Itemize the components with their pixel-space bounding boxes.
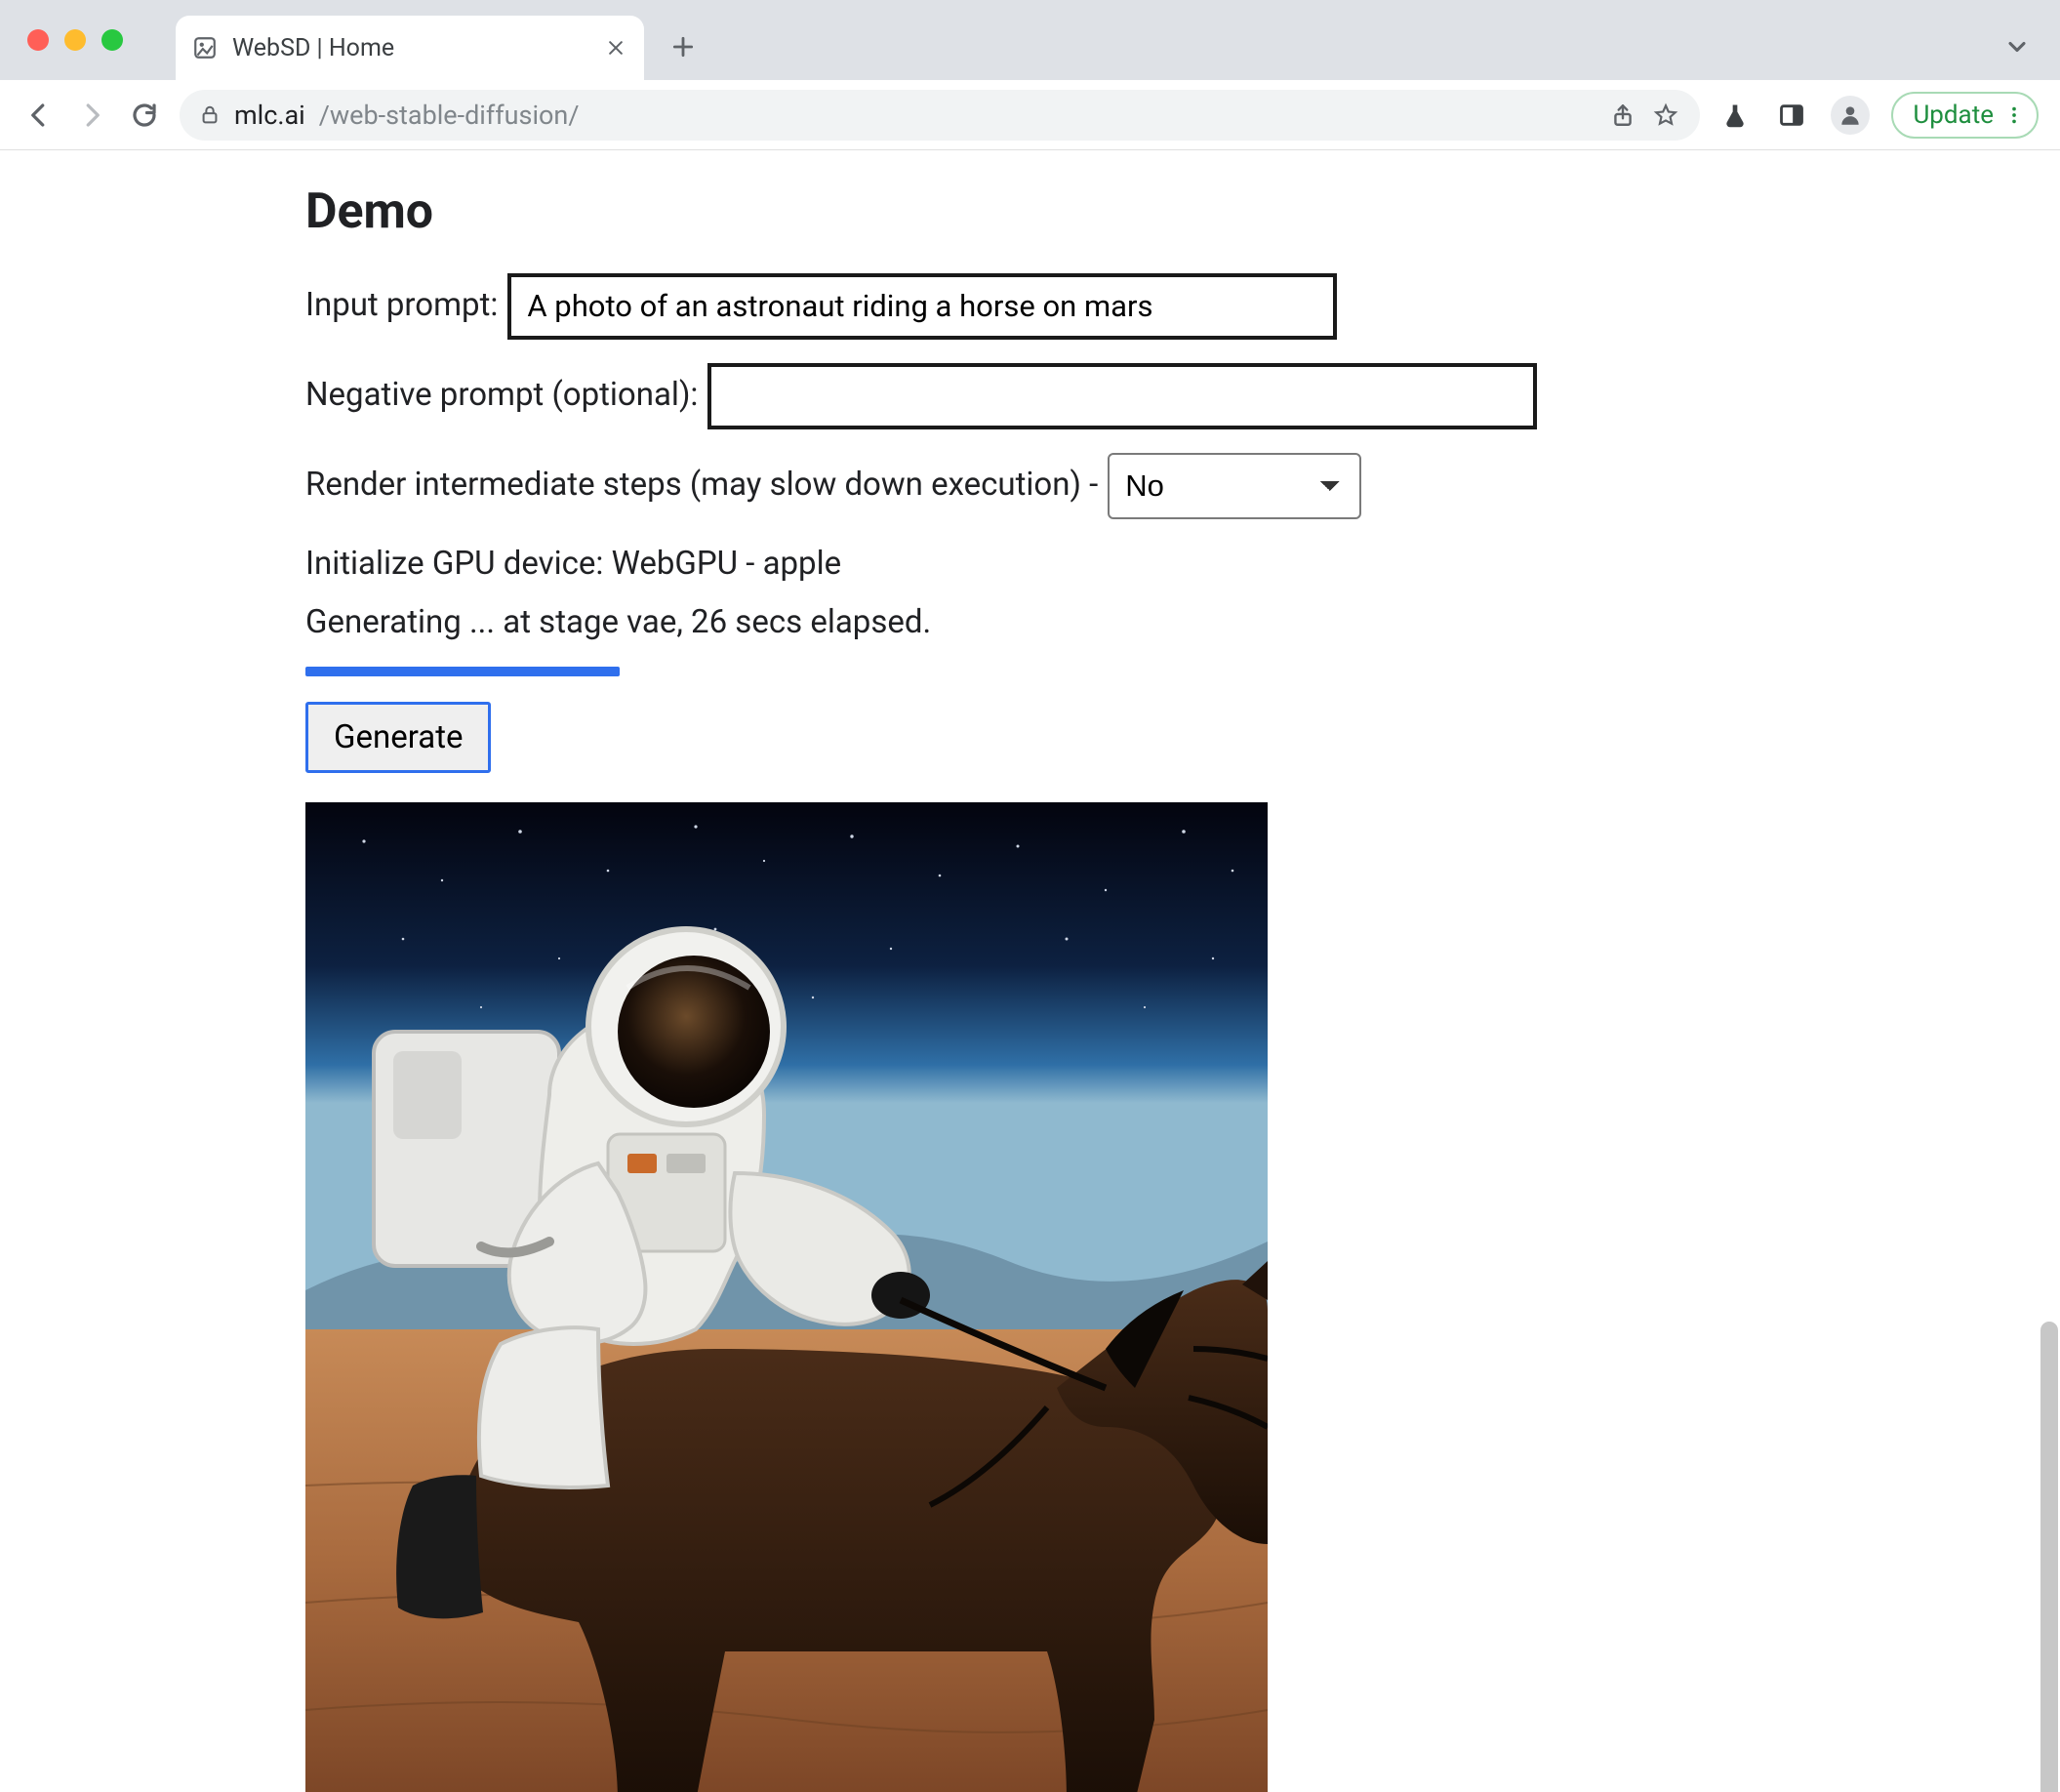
input-prompt-row: Input prompt: (305, 273, 1867, 340)
kebab-menu-icon[interactable] (2003, 104, 2025, 126)
tabs-dropdown-icon[interactable] (2003, 33, 2031, 61)
window-zoom-icon[interactable] (101, 29, 123, 51)
demo-section: Demo Input prompt: Negative prompt (opti… (305, 180, 1867, 1792)
negative-prompt-label: Negative prompt (optional): (305, 374, 698, 418)
browser-tabstrip: WebSD | Home (0, 0, 2060, 80)
share-icon[interactable] (1608, 101, 1637, 130)
status-gpu: Initialize GPU device: WebGPU - apple (305, 543, 1867, 587)
page-heading: Demo (305, 180, 1867, 246)
forward-button (74, 98, 109, 133)
address-bar[interactable]: mlc.ai/web-stable-diffusion/ (180, 90, 1700, 141)
update-label: Update (1913, 101, 1994, 130)
window-close-icon[interactable] (27, 29, 49, 51)
progress-bar (305, 667, 620, 676)
page-viewport: Demo Input prompt: Negative prompt (opti… (0, 150, 2060, 1792)
toolbar-right-icons: Update (1717, 92, 2039, 139)
labs-flask-icon[interactable] (1717, 98, 1753, 133)
new-tab-button[interactable] (664, 27, 703, 66)
render-steps-row: Render intermediate steps (may slow down… (305, 453, 1867, 519)
tab-close-icon[interactable] (603, 35, 628, 61)
back-button[interactable] (21, 98, 57, 133)
update-button[interactable]: Update (1891, 92, 2039, 139)
negative-prompt-row: Negative prompt (optional): (305, 363, 1867, 429)
negative-prompt-field[interactable] (707, 363, 1537, 429)
window-minimize-icon[interactable] (64, 29, 86, 51)
status-generating: Generating ... at stage vae, 26 secs ela… (305, 601, 1867, 645)
render-steps-label: Render intermediate steps (may slow down… (305, 464, 1098, 508)
input-prompt-label: Input prompt: (305, 284, 498, 328)
generate-button[interactable]: Generate (305, 702, 491, 773)
generated-image (305, 802, 1268, 1792)
reload-button[interactable] (127, 98, 162, 133)
url-path: /web-stable-diffusion/ (319, 100, 580, 131)
scrollbar-thumb[interactable] (2040, 1322, 2058, 1792)
side-panel-icon[interactable] (1774, 98, 1809, 133)
render-steps-select[interactable]: No (1108, 453, 1361, 519)
lock-icon (199, 104, 221, 126)
profile-avatar-icon[interactable] (1831, 96, 1870, 135)
browser-toolbar: mlc.ai/web-stable-diffusion/ Update (0, 80, 2060, 150)
browser-tab[interactable]: WebSD | Home (176, 16, 644, 80)
bookmark-star-icon[interactable] (1651, 101, 1680, 130)
window-controls (27, 29, 123, 51)
url-host: mlc.ai (234, 100, 305, 131)
input-prompt-field[interactable] (507, 273, 1337, 340)
tab-title: WebSD | Home (232, 34, 589, 62)
favicon-icon (191, 34, 219, 61)
